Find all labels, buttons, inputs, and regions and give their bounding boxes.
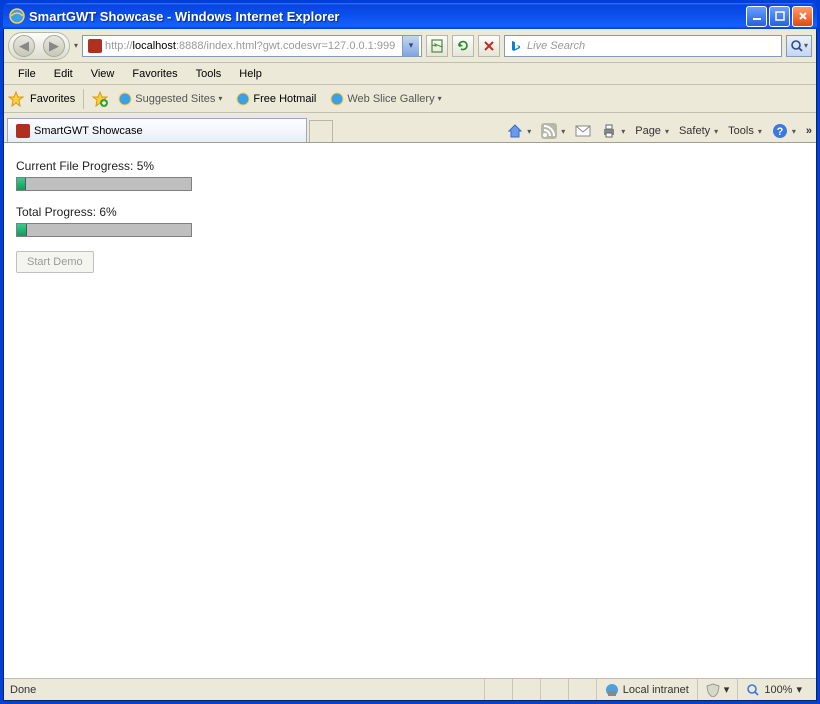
ie-small-icon: [236, 92, 250, 106]
mail-icon: [575, 124, 591, 138]
search-button[interactable]: ▾: [786, 35, 812, 57]
zoom-control[interactable]: 100% ▾: [737, 679, 810, 700]
tab-favicon: [16, 124, 30, 138]
chevron-expand-icon[interactable]: »: [806, 125, 812, 137]
zoom-icon: [746, 683, 760, 697]
start-demo-button[interactable]: Start Demo: [16, 251, 94, 273]
stop-button[interactable]: [478, 35, 500, 57]
help-button[interactable]: ?▾: [772, 123, 796, 139]
home-button[interactable]: ▾: [507, 123, 531, 139]
tab-title: SmartGWT Showcase: [34, 125, 143, 137]
compat-view-button[interactable]: [426, 35, 448, 57]
menu-view[interactable]: View: [83, 66, 123, 82]
intranet-icon: [605, 683, 619, 697]
browser-chrome: ◀ ▶ ▾ http://localhost:8888/index.html?g…: [3, 29, 817, 701]
command-bar: ▾ ▾ ▾ Page▾ Safety▾ Tools▾ ?▾ »: [507, 123, 812, 139]
mail-button[interactable]: [575, 124, 591, 138]
minimize-button[interactable]: [746, 6, 767, 27]
security-zone[interactable]: Local intranet: [596, 679, 697, 700]
file-progress-fill: [17, 178, 26, 190]
separator: [83, 89, 84, 109]
home-icon: [507, 123, 523, 139]
feeds-button[interactable]: ▾: [541, 123, 565, 139]
browser-window: SmartGWT Showcase - Windows Internet Exp…: [0, 0, 820, 704]
url-text: http://localhost:8888/index.html?gwt.cod…: [105, 40, 402, 52]
shield-icon: [706, 683, 720, 697]
total-progress-bar: [16, 223, 192, 237]
bing-icon: [509, 39, 523, 53]
tools-menu[interactable]: Tools▾: [728, 125, 762, 137]
broken-page-icon: [430, 39, 444, 53]
menu-help[interactable]: Help: [231, 66, 270, 82]
title-bar[interactable]: SmartGWT Showcase - Windows Internet Exp…: [3, 3, 817, 29]
window-title: SmartGWT Showcase - Windows Internet Exp…: [29, 9, 340, 24]
file-progress-label: Current File Progress: 5%: [16, 159, 804, 173]
status-text: Done: [10, 684, 36, 696]
refresh-button[interactable]: [452, 35, 474, 57]
status-cell: [512, 679, 540, 700]
web-slice-button[interactable]: Web Slice Gallery ▾: [326, 90, 445, 108]
protected-mode[interactable]: ▾: [697, 679, 738, 700]
favorites-label[interactable]: Favorites: [30, 93, 75, 105]
page-content: Current File Progress: 5% Total Progress…: [4, 143, 816, 678]
add-favorite-icon[interactable]: [92, 91, 108, 107]
menu-edit[interactable]: Edit: [46, 66, 81, 82]
forward-button[interactable]: ▶: [43, 35, 65, 57]
back-button[interactable]: ◀: [13, 35, 35, 57]
search-icon: [790, 39, 804, 53]
menu-bar: File Edit View Favorites Tools Help: [4, 63, 816, 85]
menu-tools[interactable]: Tools: [188, 66, 230, 82]
stop-icon: [483, 40, 495, 52]
new-tab-button[interactable]: [309, 120, 333, 142]
total-progress-fill: [17, 224, 27, 236]
svg-text:?: ?: [776, 126, 783, 138]
safety-menu[interactable]: Safety▾: [679, 125, 718, 137]
page-label: Page: [635, 125, 661, 137]
tools-label: Tools: [728, 125, 754, 137]
site-favicon: [88, 39, 102, 53]
ie-small-icon: [118, 92, 132, 106]
tab-active[interactable]: SmartGWT Showcase: [7, 118, 307, 142]
suggested-sites-button[interactable]: Suggested Sites ▾: [114, 90, 226, 108]
page-menu[interactable]: Page▾: [635, 125, 669, 137]
status-cell: [568, 679, 596, 700]
tab-row: SmartGWT Showcase ▾ ▾ ▾ Page▾ Safety▾ To…: [4, 113, 816, 143]
menu-favorites[interactable]: Favorites: [124, 66, 185, 82]
zoom-level: 100%: [764, 684, 792, 696]
nav-history-dropdown[interactable]: ▾: [74, 41, 78, 50]
file-progress-bar: [16, 177, 192, 191]
maximize-button[interactable]: [769, 6, 790, 27]
nav-buttons: ◀ ▶: [8, 32, 70, 60]
rss-icon: [541, 123, 557, 139]
address-dropdown[interactable]: ▾: [402, 36, 419, 56]
close-button[interactable]: [792, 6, 813, 27]
free-hotmail-button[interactable]: Free Hotmail: [232, 90, 320, 108]
web-slice-label: Web Slice Gallery: [347, 93, 434, 105]
ie-small-icon: [330, 92, 344, 106]
safety-label: Safety: [679, 125, 710, 137]
nav-row: ◀ ▶ ▾ http://localhost:8888/index.html?g…: [4, 29, 816, 63]
favorites-star-icon[interactable]: [8, 91, 24, 107]
menu-file[interactable]: File: [10, 66, 44, 82]
total-progress-label: Total Progress: 6%: [16, 205, 804, 219]
help-icon: ?: [772, 123, 788, 139]
status-cell: [540, 679, 568, 700]
free-hotmail-label: Free Hotmail: [253, 93, 316, 105]
print-icon: [601, 123, 617, 139]
zone-label: Local intranet: [623, 684, 689, 696]
search-placeholder: Live Search: [527, 40, 585, 52]
status-bar: Done Local intranet ▾ 100% ▾: [4, 678, 816, 700]
refresh-icon: [456, 39, 470, 53]
suggested-sites-label: Suggested Sites: [135, 93, 215, 105]
favorites-bar: Favorites Suggested Sites ▾ Free Hotmail…: [4, 85, 816, 113]
ie-icon: [9, 8, 25, 24]
search-bar[interactable]: Live Search: [504, 35, 782, 57]
print-button[interactable]: ▾: [601, 123, 625, 139]
address-bar[interactable]: http://localhost:8888/index.html?gwt.cod…: [82, 35, 422, 57]
status-cell: [484, 679, 512, 700]
